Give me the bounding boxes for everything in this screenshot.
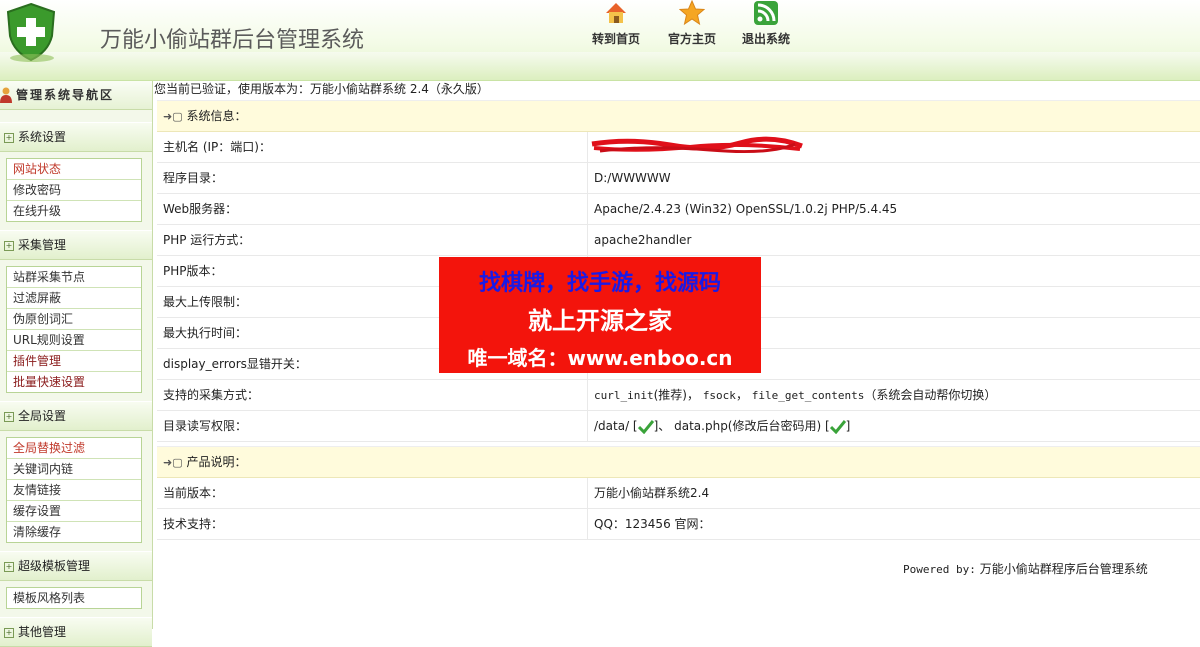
group-label: 全局设置 — [18, 409, 67, 423]
arrow-icon: ➜▢ — [163, 456, 183, 469]
row-key: 程序目录： — [163, 171, 224, 185]
sidebar-item-filter[interactable]: 过滤屏蔽 — [7, 288, 141, 309]
row-value: Apache/2.4.23 (Win32) OpenSSL/1.0.2j PHP… — [587, 194, 1194, 224]
method-sep: ， — [735, 388, 748, 402]
nav-home-button[interactable]: 转到首页 — [576, 0, 656, 52]
sidebar-item-collect-nodes[interactable]: 站群采集节点 — [7, 267, 141, 288]
nav-home-label: 转到首页 — [591, 32, 640, 46]
arrow-icon: ➜▢ — [163, 110, 183, 123]
expand-icon: + — [4, 627, 14, 638]
row-key: Web服务器： — [163, 202, 238, 216]
sidebar: 管理系统导航区 + 系统设置 网站状态 修改密码 在线升级 + 采集管理 站群采集节… — [0, 81, 153, 647]
collect-methods-row: 支持的采集方式： curl_init(推荐)， fsock， file_get_… — [157, 380, 1200, 411]
sidebar-sublist: 全局替换过滤 关键词内链 友情链接 缓存设置 清除缓存 — [6, 437, 142, 543]
row-key: 目录读写权限： — [163, 419, 248, 433]
app-title: 万能小偷站群后台管理系统 — [100, 28, 365, 53]
row-value: D:/WWWWW — [587, 163, 1194, 193]
sidebar-item-clear-cache[interactable]: 清除缓存 — [7, 522, 141, 542]
row-value: QQ：123456 官网： — [587, 509, 1194, 539]
group-label: 采集管理 — [18, 238, 67, 252]
shield-logo-icon — [6, 2, 56, 62]
sidebar-item-cache-settings[interactable]: 缓存设置 — [7, 501, 141, 522]
sidebar-sublist: 模板风格列表 — [6, 587, 142, 609]
sidebar-item-global-replace[interactable]: 全局替换过滤 — [7, 438, 141, 459]
sidebar-item-plugins[interactable]: 插件管理 — [7, 351, 141, 372]
sidebar-group-global[interactable]: + 全局设置 — [0, 401, 152, 431]
check-icon — [829, 419, 846, 434]
dir-datafile: ]、 data.php(修改后台密码用) [ — [653, 419, 830, 433]
info-row: PHP 运行方式： apache2handler — [157, 225, 1200, 256]
product-row: 当前版本： 万能小偷站群系统2.4 — [157, 478, 1200, 509]
sidebar-item-online-upgrade[interactable]: 在线升级 — [7, 201, 141, 221]
header-stripe — [0, 52, 1200, 80]
sidebar-item-site-status[interactable]: 网站状态 — [7, 159, 141, 180]
section-title: 产品说明： — [186, 455, 247, 469]
row-key: PHP 运行方式： — [163, 233, 251, 247]
watermark-line1: 找棋牌，找手游，找源码 — [478, 271, 721, 296]
header-bar: 万能小偷站群后台管理系统 转到首页 官方主页 退出系统 — [0, 0, 1200, 81]
system-info-header: ➜▢ 系统信息： — [157, 100, 1200, 132]
home-icon — [606, 3, 626, 23]
section-title: 系统信息： — [186, 109, 247, 123]
sidebar-item-pseudo-words[interactable]: 伪原创词汇 — [7, 309, 141, 330]
nav-official-label: 官方主页 — [667, 32, 716, 46]
sidebar-header: 管理系统导航区 — [0, 81, 152, 110]
watermark-banner: 找棋牌，找手游，找源码 就上开源之家 唯一域名：www.enboo.cn — [439, 257, 761, 373]
dir-data: /data/ [ — [594, 419, 638, 433]
sidebar-group-templates[interactable]: + 超级模板管理 — [0, 551, 152, 581]
sidebar-group-other[interactable]: + 其他管理 — [0, 617, 152, 647]
expand-icon: + — [4, 132, 14, 143]
check-icon — [637, 419, 654, 434]
expand-icon: + — [4, 411, 14, 422]
sidebar-item-template-list[interactable]: 模板风格列表 — [7, 588, 141, 608]
sidebar-item-batch-settings[interactable]: 批量快速设置 — [7, 372, 141, 392]
verify-text: 您当前已验证，使用版本为：万能小偷站群系统 2.4（永久版） — [154, 82, 489, 96]
row-value: /data/ [ ]、 data.php(修改后台密码用) [] — [587, 411, 1194, 441]
row-key: 当前版本： — [163, 486, 224, 500]
method-note: (推荐)， — [653, 388, 699, 402]
sidebar-sublist: 站群采集节点 过滤屏蔽 伪原创词汇 URL规则设置 插件管理 批量快速设置 — [6, 266, 142, 393]
user-icon — [0, 87, 12, 103]
dir-close: ] — [845, 419, 851, 433]
dir-permission-row: 目录读写权限： /data/ [ ]、 data.php(修改后台密码用) [] — [157, 411, 1200, 442]
powered-label: Powered by: — [903, 563, 976, 576]
powered-by: Powered by: 万能小偷站群程序后台管理系统 — [903, 560, 1148, 577]
row-value: apache2handler — [587, 225, 1194, 255]
redaction-scribble — [591, 136, 803, 154]
star-icon — [679, 0, 705, 26]
nav-official-button[interactable]: 官方主页 — [652, 0, 732, 52]
product-row: 技术支持： QQ：123456 官网： — [157, 509, 1200, 540]
watermark-line2: 就上开源之家 — [528, 307, 672, 335]
method-fsock: fsock — [702, 389, 736, 402]
group-label: 超级模板管理 — [18, 559, 91, 573]
sidebar-title: 管理系统导航区 — [16, 88, 115, 102]
info-row: 程序目录： D:/WWWWW — [157, 163, 1200, 194]
sidebar-item-keyword-links[interactable]: 关键词内链 — [7, 459, 141, 480]
method-curl: curl_init — [594, 389, 654, 402]
row-key: 技术支持： — [163, 517, 224, 531]
sidebar-item-change-password[interactable]: 修改密码 — [7, 180, 141, 201]
row-value: 万能小偷站群系统2.4 — [587, 478, 1194, 508]
info-row: Web服务器： Apache/2.4.23 (Win32) OpenSSL/1.0… — [157, 194, 1200, 225]
rss-icon — [754, 1, 778, 25]
powered-text: 万能小偷站群程序后台管理系统 — [979, 562, 1148, 576]
group-label: 其他管理 — [18, 625, 67, 639]
sidebar-item-url-rules[interactable]: URL规则设置 — [7, 330, 141, 351]
method-note: （系统会自动帮你切换） — [864, 388, 997, 402]
sidebar-group-system[interactable]: + 系统设置 — [0, 122, 152, 152]
row-value: curl_init(推荐)， fsock， file_get_contents（… — [587, 380, 1194, 410]
nav-logout-label: 退出系统 — [741, 32, 790, 46]
row-key: 支持的采集方式： — [163, 388, 260, 402]
sidebar-item-friend-links[interactable]: 友情链接 — [7, 480, 141, 501]
watermark-line3: 唯一域名：www.enboo.cn — [467, 346, 733, 370]
nav-logout-button[interactable]: 退出系统 — [726, 0, 806, 52]
expand-icon: + — [4, 561, 14, 572]
sidebar-sublist: 网站状态 修改密码 在线升级 — [6, 158, 142, 222]
expand-icon: + — [4, 240, 14, 251]
row-key: 主机名 (IP：端口)： — [163, 140, 271, 154]
group-label: 系统设置 — [18, 130, 67, 144]
product-info-header: ➜▢ 产品说明： — [157, 446, 1200, 478]
sidebar-group-collect[interactable]: + 采集管理 — [0, 230, 152, 260]
method-file-get-contents: file_get_contents — [751, 389, 865, 402]
